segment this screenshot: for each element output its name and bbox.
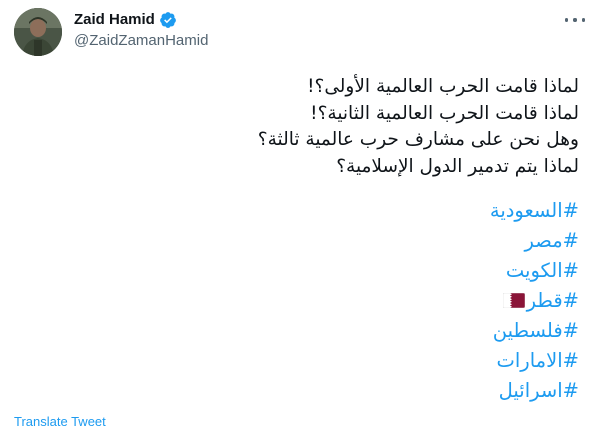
author-name-row[interactable]: Zaid Hamid — [74, 10, 208, 30]
handle[interactable]: @ZaidZamanHamid — [74, 31, 208, 51]
more-dot — [565, 18, 569, 22]
hashtag-text[interactable]: #قطر — [527, 289, 579, 312]
more-options-icon[interactable] — [565, 12, 585, 28]
tweet: Zaid Hamid @ZaidZamanHamid لماذا قامت ال… — [0, 0, 597, 438]
tweet-line: وهل نحن على مشارف حرب عالمية ثالثة؟ — [257, 129, 579, 150]
hashtag-link[interactable]: #الكويت — [19, 256, 579, 286]
tweet-line: لماذا قامت الحرب العالمية الثانية؟! — [310, 102, 579, 124]
hashtag-link[interactable]: #السعودية — [19, 196, 579, 226]
display-name[interactable]: Zaid Hamid — [74, 10, 155, 30]
more-dot — [581, 18, 585, 22]
avatar[interactable] — [14, 8, 62, 56]
author-block: Zaid Hamid @ZaidZamanHamid — [74, 10, 208, 51]
hashtag-link[interactable]: #الامارات — [19, 346, 579, 376]
qatar-flag-icon — [502, 287, 525, 309]
hashtag-link[interactable]: #اسرائيل — [19, 376, 579, 406]
tweet-line: لماذا يتم تدمير الدول الإسلامية؟ — [336, 155, 579, 177]
hashtag-link[interactable]: #مصر — [19, 226, 579, 256]
tweet-line: لماذا قامت الحرب العالمية الأولى؟! — [307, 76, 579, 97]
more-dot — [573, 18, 577, 22]
hashtag-list: #السعودية #مصر #الكويت #قطر #فلسطين #الا… — [19, 196, 579, 406]
tweet-text: لماذا قامت الحرب العالمية الأولى؟! لماذا… — [19, 74, 579, 180]
verified-badge-icon — [159, 11, 177, 29]
hashtag-link[interactable]: #فلسطين — [19, 316, 579, 346]
hashtag-link-with-flag[interactable]: #قطر — [19, 286, 579, 316]
translate-tweet-link[interactable]: Translate Tweet — [14, 414, 106, 429]
